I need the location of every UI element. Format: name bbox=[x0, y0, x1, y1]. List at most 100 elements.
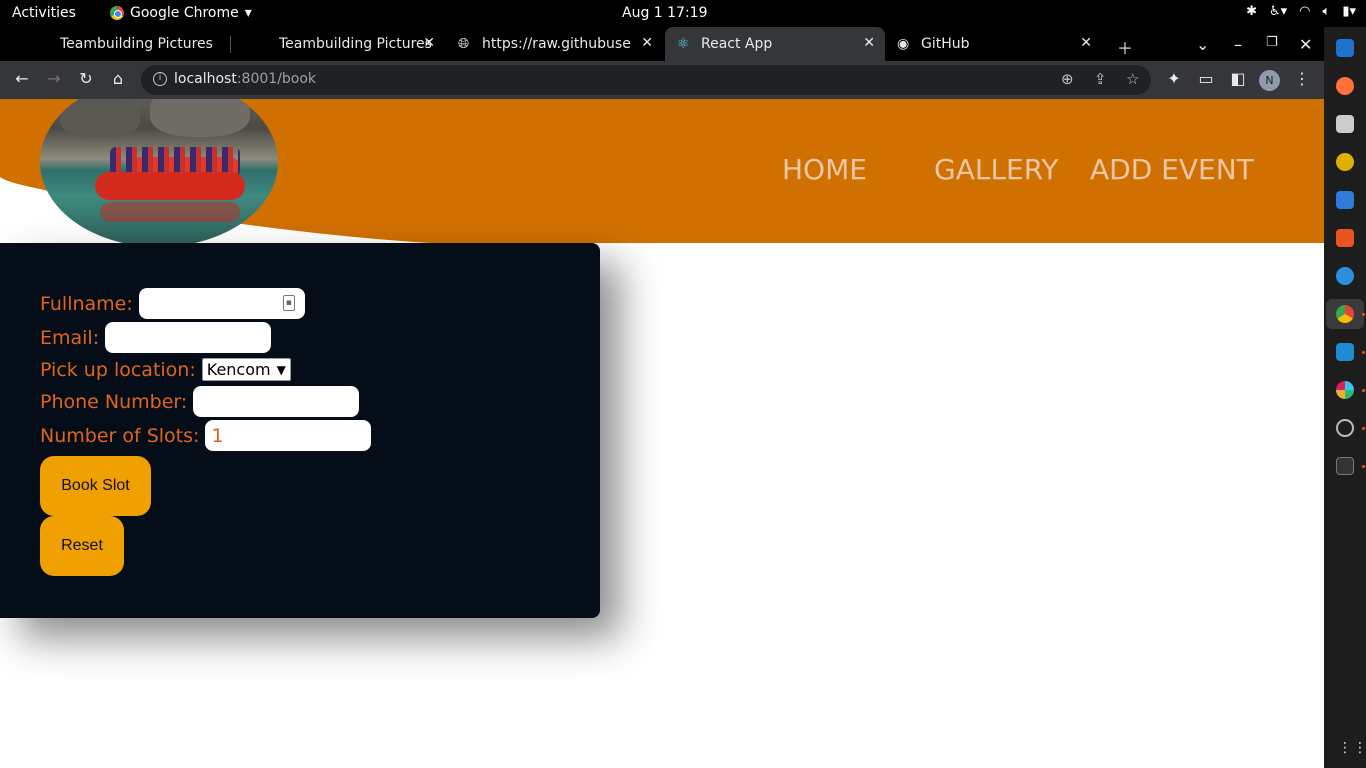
site-info-icon[interactable]: i bbox=[153, 72, 167, 86]
profile-avatar[interactable]: N bbox=[1259, 70, 1280, 91]
reflection-shape bbox=[100, 202, 240, 222]
tab-raw-github[interactable]: 🌐︎ https://raw.githubuse ✕ bbox=[448, 27, 663, 61]
tab-react-app[interactable]: ⚛ React App ✕ bbox=[665, 27, 885, 61]
raft-shape bbox=[95, 172, 245, 200]
back-icon[interactable]: ← bbox=[12, 69, 32, 88]
rock-shape bbox=[150, 99, 250, 137]
bookmark-star-icon[interactable]: ☆ bbox=[1126, 70, 1139, 88]
show-apps-icon[interactable]: ⋮⋮⋮ bbox=[1338, 740, 1366, 756]
slots-input[interactable] bbox=[205, 420, 372, 451]
github-icon: ◉ bbox=[897, 36, 910, 52]
fullname-field-wrap: ▪ bbox=[138, 288, 305, 319]
zoom-icon[interactable]: ⊕ bbox=[1061, 70, 1074, 88]
activities-button[interactable]: Activities bbox=[12, 5, 76, 21]
kebab-menu-icon[interactable]: ⋮ bbox=[1292, 69, 1312, 88]
nav-add-event-link[interactable]: ADD EVENT bbox=[1090, 153, 1254, 186]
close-icon[interactable]: ✕ bbox=[423, 35, 435, 51]
nav-home-link[interactable]: HOME bbox=[782, 153, 867, 186]
firefox-icon[interactable] bbox=[1336, 77, 1354, 95]
help-icon[interactable] bbox=[1336, 267, 1354, 285]
email-input[interactable] bbox=[105, 322, 272, 353]
restore-icon[interactable]: ❐ bbox=[1266, 35, 1278, 50]
tab-teambuilding-2[interactable]: Teambuilding Pictures ✕ bbox=[245, 27, 445, 61]
browser-toolbar: ← → ↻ ⌂ i localhost:8001/book ⊕ ⇪ ☆ ✦ ▭ … bbox=[0, 61, 1324, 99]
globe-icon: 🌐︎ bbox=[458, 36, 470, 52]
volume-icon: 🔈︎ bbox=[1322, 4, 1331, 19]
settings-icon[interactable] bbox=[1336, 419, 1354, 437]
software-center-icon[interactable] bbox=[1336, 229, 1354, 247]
fullname-row: Fullname: ▪ bbox=[40, 288, 305, 319]
booking-form: Fullname: ▪ Email: Pick up location: Ken… bbox=[0, 243, 600, 618]
url-host: localhost bbox=[174, 71, 237, 87]
files-icon[interactable] bbox=[1336, 115, 1354, 133]
slots-row: Number of Slots: bbox=[40, 420, 372, 451]
battery-icon: ▮▾ bbox=[1342, 4, 1356, 19]
book-slot-button[interactable]: Book Slot bbox=[40, 456, 151, 516]
caret-down-icon: ▾ bbox=[244, 5, 252, 21]
ubuntu-dock: ⋮⋮⋮ bbox=[1324, 27, 1366, 768]
extensions-icon[interactable]: ✦ bbox=[1164, 69, 1184, 88]
tab-title: Teambuilding Pictures bbox=[279, 36, 431, 52]
share-icon[interactable]: ⇪ bbox=[1094, 70, 1107, 88]
address-bar[interactable]: i localhost:8001/book ⊕ ⇪ ☆ bbox=[141, 65, 1151, 95]
phone-row: Phone Number: bbox=[40, 386, 360, 417]
url-text[interactable]: localhost:8001/book bbox=[174, 71, 316, 87]
blank-favicon-icon bbox=[255, 36, 271, 52]
close-icon[interactable]: ✕ bbox=[863, 35, 875, 51]
running-indicator bbox=[1362, 313, 1365, 316]
forward-icon[interactable]: → bbox=[44, 69, 64, 88]
slack-tray-icon[interactable]: ✱ bbox=[1246, 4, 1257, 19]
chrome-dock-icon[interactable] bbox=[1336, 305, 1354, 323]
pickup-label: Pick up location: bbox=[40, 358, 196, 381]
window-close-icon[interactable]: ✕ bbox=[1299, 35, 1312, 54]
email-label: Email: bbox=[40, 326, 100, 349]
blank-favicon-icon bbox=[36, 36, 52, 52]
reload-icon[interactable]: ↻ bbox=[76, 69, 96, 88]
tab-title: Teambuilding Pictures bbox=[60, 36, 212, 52]
cast-icon[interactable]: ▭ bbox=[1196, 69, 1216, 88]
reset-button[interactable]: Reset bbox=[40, 516, 124, 576]
tab-separator bbox=[230, 36, 231, 53]
vscode-icon[interactable] bbox=[1336, 343, 1354, 361]
clock[interactable]: Aug 1 17:19 bbox=[622, 5, 708, 21]
accessibility-icon[interactable]: ♿︎▾ bbox=[1269, 4, 1287, 19]
chrome-icon bbox=[110, 6, 124, 20]
home-icon[interactable]: ⌂ bbox=[108, 69, 128, 88]
nav-gallery-link[interactable]: GALLERY bbox=[934, 153, 1059, 186]
tab-teambuilding-1[interactable]: Teambuilding Pictures bbox=[26, 27, 236, 61]
tab-title: https://raw.githubuse bbox=[482, 36, 631, 52]
slots-label: Number of Slots: bbox=[40, 424, 200, 447]
thunderbird-icon[interactable] bbox=[1336, 39, 1354, 57]
tab-search-chevron-icon[interactable]: ⌄ bbox=[1196, 35, 1209, 54]
system-tray[interactable]: ✱ ♿︎▾ ◠ 🔈︎ ▮▾ bbox=[1246, 4, 1356, 19]
terminal-icon[interactable] bbox=[1336, 457, 1354, 475]
slack-icon[interactable] bbox=[1336, 381, 1354, 399]
writer-icon[interactable] bbox=[1336, 191, 1354, 209]
tab-title: GitHub bbox=[921, 36, 970, 52]
running-indicator bbox=[1362, 351, 1365, 354]
new-tab-icon[interactable]: ＋ bbox=[1117, 35, 1133, 59]
close-icon[interactable]: ✕ bbox=[641, 35, 653, 51]
running-indicator bbox=[1362, 427, 1365, 430]
close-icon[interactable]: ✕ bbox=[1080, 35, 1092, 51]
running-indicator bbox=[1362, 389, 1365, 392]
minimize-icon[interactable]: – bbox=[1234, 35, 1242, 54]
system-top-bar: Activities Google Chrome ▾ Aug 1 17:19 ✱… bbox=[0, 0, 1366, 27]
tab-github[interactable]: ◉ GitHub ✕ bbox=[887, 27, 1102, 61]
fullname-label: Fullname: bbox=[40, 292, 133, 315]
phone-input[interactable] bbox=[193, 386, 360, 417]
app-menu-label: Google Chrome bbox=[130, 5, 239, 21]
fullname-input[interactable] bbox=[138, 288, 305, 319]
pickup-location-select[interactable]: Kencom ▼ bbox=[201, 358, 291, 381]
web-page: HOME GALLERY ADD EVENT Fullname: ▪ Email… bbox=[0, 99, 1324, 768]
chevron-down-icon: ▼ bbox=[276, 362, 286, 377]
autofill-contact-icon[interactable]: ▪ bbox=[282, 295, 295, 311]
side-panel-icon[interactable]: ◧ bbox=[1228, 69, 1248, 88]
wifi-icon: ◠ bbox=[1299, 4, 1311, 19]
rhythmbox-icon[interactable] bbox=[1336, 153, 1354, 171]
react-icon: ⚛ bbox=[677, 36, 690, 52]
app-menu[interactable]: Google Chrome ▾ bbox=[110, 5, 252, 21]
phone-label: Phone Number: bbox=[40, 390, 188, 413]
url-path: :8001/book bbox=[236, 71, 317, 87]
pickup-row: Pick up location: Kencom ▼ bbox=[40, 358, 291, 381]
